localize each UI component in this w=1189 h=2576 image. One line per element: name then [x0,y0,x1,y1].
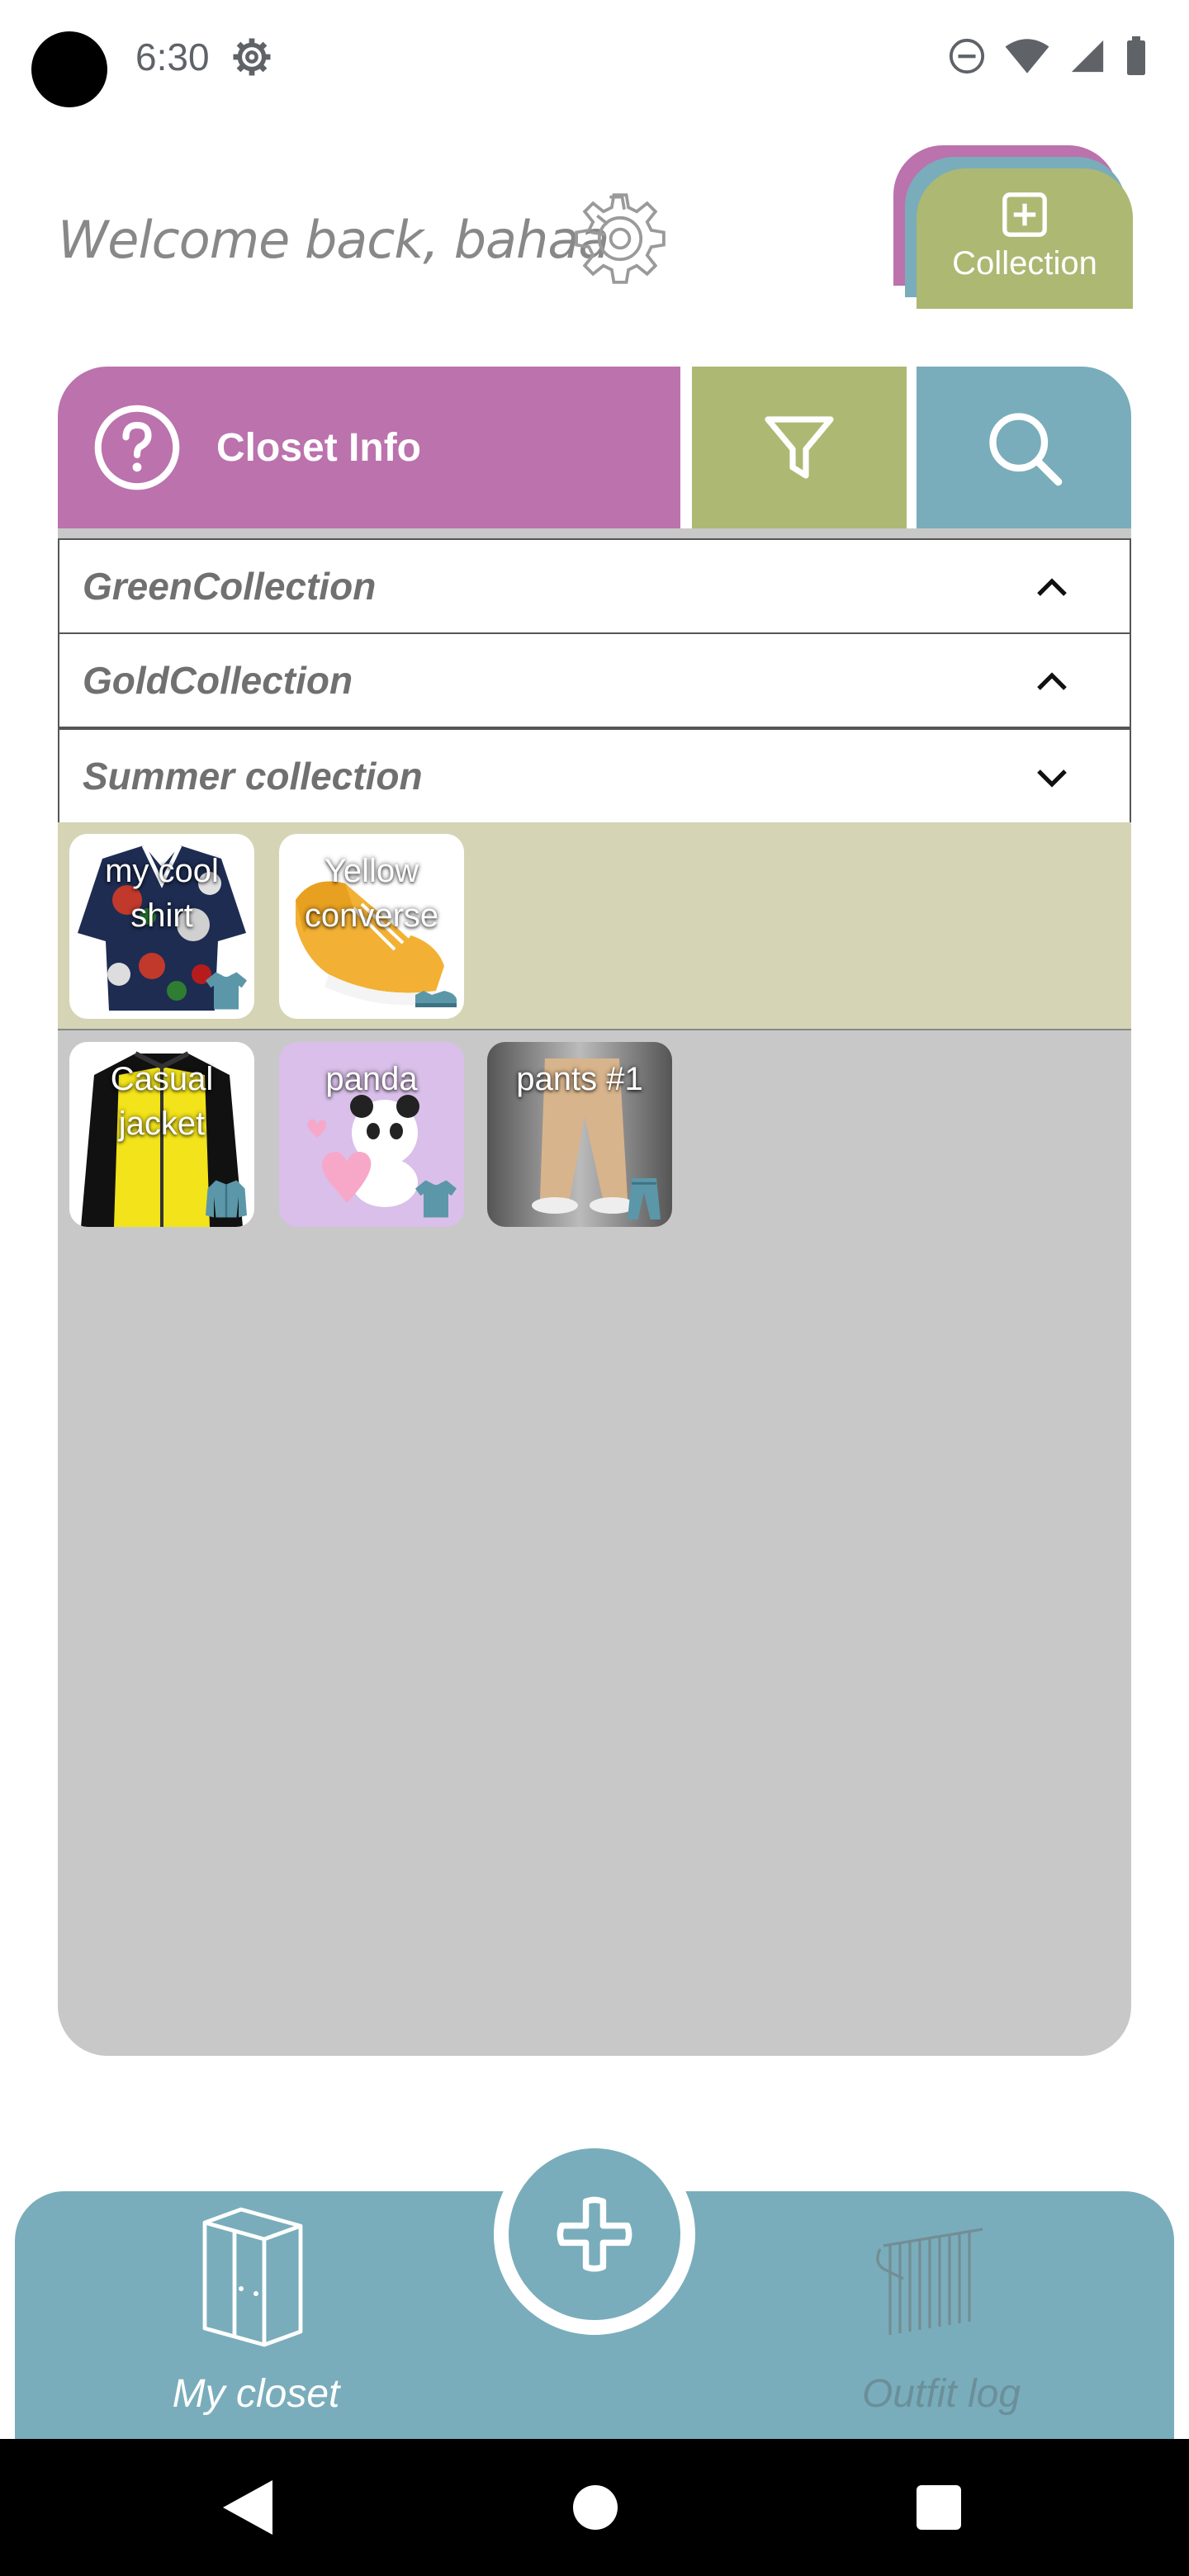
closet-panel: Closet Info GreenCollection GoldCollecti… [58,367,1131,2056]
status-bar: 6:30 [0,0,1189,116]
chevron-up-icon[interactable] [1032,568,1072,608]
do-not-disturb-icon [949,38,985,74]
plus-icon [557,2196,632,2272]
shirt-icon [206,972,247,1010]
nav-my-closet-label[interactable]: My closet [124,2371,388,2417]
item-tile-pants-1[interactable]: pants #1 [487,1042,672,1227]
welcome-message: Welcome back, bahaa [58,210,609,270]
add-box-icon [1002,192,1047,237]
settings-gear-icon[interactable] [568,187,672,291]
collection-name: GoldCollection [83,659,353,702]
clothes-rack-icon[interactable] [867,2213,1007,2345]
recent-apps-icon[interactable] [917,2485,961,2530]
item-title: Casual jacket [110,1061,214,1142]
help-circle-icon [94,405,180,490]
collection-row-gold[interactable]: GoldCollection [58,632,1131,728]
closet-icon[interactable] [192,2203,315,2351]
shoe-icon [415,991,457,1007]
item-tile-casual-jacket[interactable]: Casual jacket [69,1042,254,1227]
settings-notification-icon [233,38,271,76]
camera-cutout [31,31,107,107]
battery-icon [1127,36,1145,75]
collection-row-summer[interactable]: Summer collection [58,728,1131,824]
item-title: panda [325,1061,418,1097]
item-tile-panda[interactable]: panda [279,1042,464,1227]
cell-signal-icon [1071,40,1104,73]
add-item-button-inner[interactable] [509,2148,680,2320]
filter-icon [765,416,834,479]
collection-name: Summer collection [83,755,423,798]
chevron-up-icon[interactable] [1032,662,1072,702]
closet-info-button[interactable]: Closet Info [58,367,680,528]
item-tile-yellow-converse[interactable]: Yellow converse [279,834,464,1019]
shirt-icon [415,1180,457,1218]
item-title: pants #1 [516,1061,643,1097]
collection-tab-front[interactable]: Collection [917,168,1133,309]
summer-collection-items: my cool shirt Yellow converse [58,822,1131,1030]
nav-outfit-log-label[interactable]: Outfit log [809,2371,1073,2417]
collection-button-label: Collection [952,244,1097,282]
home-icon[interactable] [573,2485,618,2530]
item-tile-my-cool-shirt[interactable]: my cool shirt [69,834,254,1019]
filter-button[interactable] [692,367,907,528]
collection-row-green[interactable]: GreenCollection [58,538,1131,634]
chevron-down-icon[interactable] [1032,758,1072,798]
back-icon[interactable] [223,2480,272,2535]
wifi-icon [1005,39,1049,73]
closet-info-label: Closet Info [216,425,421,470]
search-button[interactable] [917,367,1131,528]
search-icon [989,413,1063,486]
jacket-icon [206,1180,247,1218]
add-item-button[interactable] [494,2133,695,2335]
add-collection-button[interactable]: Collection [893,145,1133,310]
status-time: 6:30 [135,36,210,78]
item-title: my cool shirt [105,853,219,934]
pants-icon [628,1178,661,1219]
status-icons [948,33,1148,79]
collection-name: GreenCollection [83,565,377,608]
item-title: Yellow converse [304,853,439,934]
